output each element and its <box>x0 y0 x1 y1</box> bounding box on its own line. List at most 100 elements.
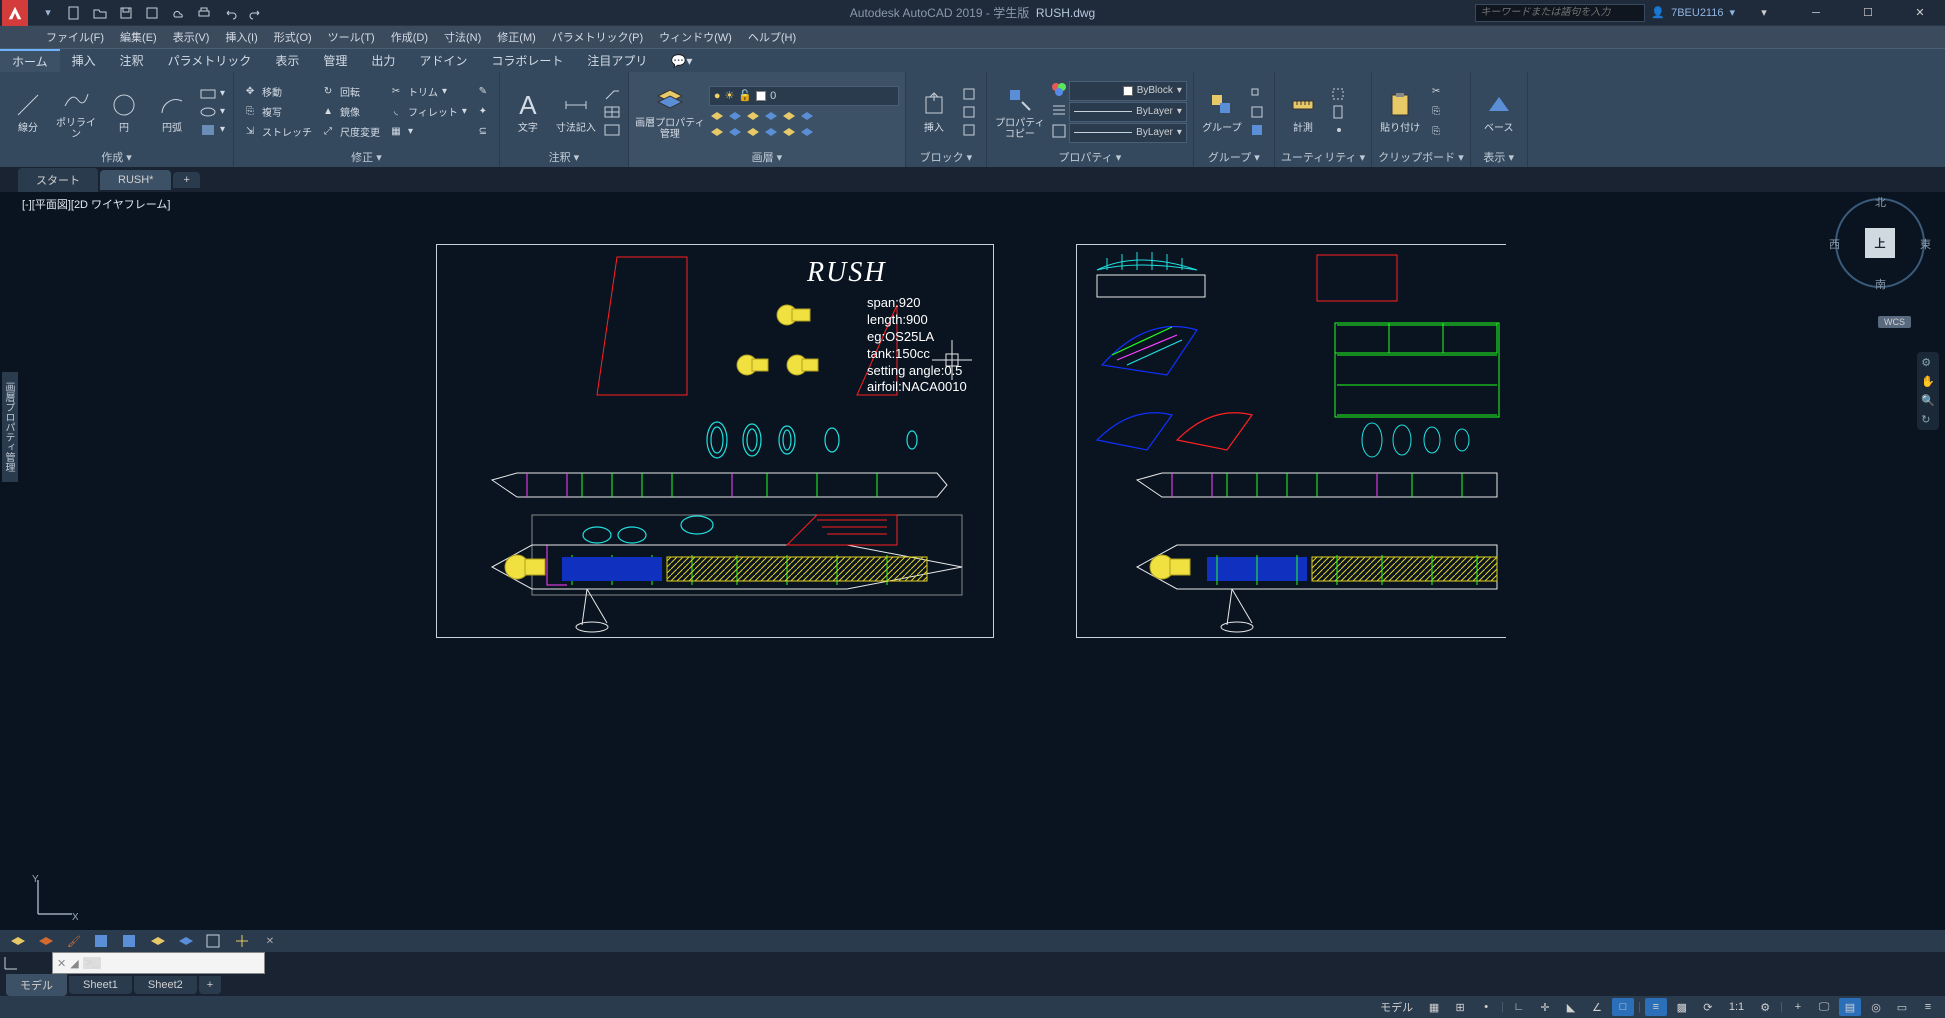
tab-view[interactable]: 表示 <box>263 49 311 72</box>
menu-insert[interactable]: 挿入(I) <box>217 29 265 45</box>
menu-tool[interactable]: ツール(T) <box>320 29 383 45</box>
hw-icon[interactable]: ▤ <box>1839 998 1861 1016</box>
tab-annotate[interactable]: 注釈 <box>108 49 156 72</box>
bt-tool-e-icon[interactable] <box>204 932 224 950</box>
qat-dropdown-icon[interactable]: ▾ <box>40 5 56 21</box>
prop-color-icon[interactable] <box>1051 81 1067 97</box>
menu-format[interactable]: 形式(O) <box>266 29 320 45</box>
layer-palette-tab[interactable]: 画層プロパティ管理 <box>2 372 18 482</box>
viewcube-s[interactable]: 南 <box>1875 276 1886 292</box>
layer-a-icon[interactable] <box>709 124 725 138</box>
layer-b-icon[interactable] <box>727 124 743 138</box>
measure-button[interactable]: 計測 <box>1281 89 1325 134</box>
explode-icon[interactable]: ✦ <box>473 103 493 121</box>
minimize-button[interactable]: ─ <box>1793 0 1839 26</box>
menu-dim[interactable]: 寸法(N) <box>436 29 489 45</box>
menu-edit[interactable]: 編集(E) <box>112 29 165 45</box>
hatch-icon[interactable]: ▾ <box>198 122 227 138</box>
nav-wheel-icon[interactable]: ⚙ <box>1921 356 1935 369</box>
leader-icon[interactable] <box>602 86 622 102</box>
menu-window[interactable]: ウィンドウ(W) <box>651 29 740 45</box>
menu-modify[interactable]: 修正(M) <box>489 29 544 45</box>
trim-button[interactable]: ✂トリム▾ <box>386 83 469 101</box>
otrack-icon[interactable]: ∠ <box>1586 998 1608 1016</box>
tab-home[interactable]: ホーム <box>0 49 60 72</box>
bt-tool-a-icon[interactable] <box>92 932 112 950</box>
user-link[interactable]: 7BEU2116 <box>1671 7 1723 19</box>
menu-file[interactable]: ファイル(F) <box>38 29 112 45</box>
point-icon[interactable] <box>1329 122 1349 138</box>
viewcube-w[interactable]: 西 <box>1829 236 1840 252</box>
clean-icon[interactable]: ▭ <box>1891 998 1913 1016</box>
command-input[interactable] <box>105 956 260 970</box>
prop-lt-icon[interactable] <box>1051 123 1067 139</box>
color-dropdown[interactable]: ByBlock▾ <box>1069 81 1187 101</box>
polyline-button[interactable]: ポリライン <box>54 84 98 140</box>
bt-brush-icon[interactable]: 🖌 <box>64 932 84 950</box>
paste-button[interactable]: 貼り付け <box>1378 89 1422 134</box>
cloud-anno-icon[interactable] <box>602 122 622 138</box>
ellipse-icon[interactable]: ▾ <box>198 104 227 120</box>
group-edit-icon[interactable] <box>1248 104 1268 120</box>
ortho-icon[interactable]: ∟ <box>1508 998 1530 1016</box>
bt-tool-d-icon[interactable] <box>176 932 196 950</box>
select-icon[interactable] <box>1329 86 1349 102</box>
group-sel-icon[interactable] <box>1248 122 1268 138</box>
layer-e-icon[interactable] <box>781 124 797 138</box>
calc-icon[interactable] <box>1329 104 1349 120</box>
bt-close-icon[interactable]: ✕ <box>260 932 280 950</box>
bt-tool-b-icon[interactable] <box>120 932 140 950</box>
wcs-badge[interactable]: WCS <box>1878 316 1911 328</box>
plus-icon[interactable]: + <box>1787 998 1809 1016</box>
bt-state-icon[interactable] <box>36 932 56 950</box>
save-icon[interactable] <box>118 5 134 21</box>
bt-layer-icon[interactable] <box>8 932 28 950</box>
tab-model[interactable]: モデル <box>6 974 67 996</box>
arc-button[interactable]: 円弧 <box>150 89 194 134</box>
cycle-icon[interactable]: ⟳ <box>1697 998 1719 1016</box>
command-line[interactable]: ✕ ◢ >_ <box>52 952 265 974</box>
cut-icon[interactable]: ✂ <box>1426 83 1446 101</box>
menu-view[interactable]: 表示(V) <box>165 29 218 45</box>
table-icon[interactable] <box>602 104 622 120</box>
stretch-button[interactable]: ⇲ストレッチ <box>240 123 314 141</box>
nav-orbit-icon[interactable]: ↻ <box>1921 413 1935 426</box>
layer-off-icon[interactable] <box>781 108 797 122</box>
layer-dropdown[interactable]: ● ☀ 🔓 0 <box>709 86 899 106</box>
line-button[interactable]: 線分 <box>6 89 50 134</box>
cmd-close-icon[interactable]: ✕ <box>57 957 66 970</box>
tab-extra-icon[interactable]: 💬▾ <box>659 49 704 72</box>
menu-draw[interactable]: 作成(D) <box>383 29 436 45</box>
close-button[interactable]: ✕ <box>1897 0 1943 26</box>
mirror-button[interactable]: ▲鏡像 <box>318 103 382 121</box>
menu-help[interactable]: ヘルプ(H) <box>740 29 804 45</box>
status-model[interactable]: モデル <box>1374 999 1419 1015</box>
monitor-icon[interactable]: 🖵 <box>1813 998 1835 1016</box>
layer-tool-icon[interactable] <box>709 108 725 122</box>
redo-icon[interactable] <box>248 5 264 21</box>
base-button[interactable]: ベース <box>1477 89 1521 134</box>
nav-zoom-icon[interactable]: 🔍 <box>1921 394 1935 407</box>
block-create-icon[interactable] <box>960 86 980 102</box>
bt-tool-c-icon[interactable] <box>148 932 168 950</box>
cmd-options-icon[interactable]: ◢ <box>70 957 78 970</box>
prop-lw-icon[interactable] <box>1051 102 1067 118</box>
help-icon[interactable]: ▾ <box>1741 0 1787 26</box>
polar-icon[interactable]: ✛ <box>1534 998 1556 1016</box>
copybase-icon[interactable]: ⎘ <box>1426 123 1446 141</box>
viewcube-top[interactable]: 上 <box>1865 228 1895 258</box>
status-scale[interactable]: 1:1 <box>1723 1001 1750 1013</box>
viewport-label[interactable]: [-][平面図][2D ワイヤフレーム] <box>22 196 170 212</box>
lweight-toggle-icon[interactable]: ≡ <box>1645 998 1667 1016</box>
gear-icon[interactable]: ⚙ <box>1754 998 1776 1016</box>
matchprop-button[interactable]: プロパティ コピー <box>993 84 1047 140</box>
custom-icon[interactable]: ≡ <box>1917 998 1939 1016</box>
offset-icon[interactable]: ⊆ <box>473 123 493 141</box>
array-button[interactable]: ▦▾ <box>386 123 469 141</box>
rect-icon[interactable]: ▾ <box>198 86 227 102</box>
osnap-icon[interactable]: □ <box>1612 998 1634 1016</box>
scale-button[interactable]: ⤢尺度変更 <box>318 123 382 141</box>
block-edit-icon[interactable] <box>960 104 980 120</box>
grid-icon[interactable]: ▦ <box>1423 998 1445 1016</box>
copy-button[interactable]: ⎘複写 <box>240 103 314 121</box>
